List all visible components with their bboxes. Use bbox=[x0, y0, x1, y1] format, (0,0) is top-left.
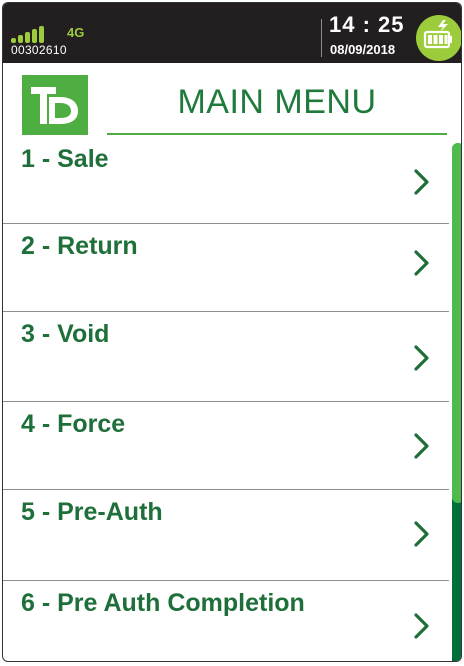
network-type: 4G bbox=[67, 25, 85, 40]
chevron-right-icon bbox=[414, 433, 429, 459]
menu-item-force[interactable]: 4 - Force bbox=[3, 402, 449, 490]
status-bar: 4G 00302610 14 : 25 08/09/2018 bbox=[3, 3, 461, 63]
menu-item-label: 1 - Sale bbox=[21, 145, 109, 173]
menu-item-label: 5 - Pre-Auth bbox=[21, 498, 163, 526]
terminal-id: 00302610 bbox=[11, 43, 67, 57]
terminal-screen: 4G 00302610 14 : 25 08/09/2018 MAIN MENU bbox=[2, 2, 462, 662]
menu-item-void[interactable]: 3 - Void bbox=[3, 312, 449, 402]
signal-bars-icon bbox=[11, 23, 44, 43]
main-menu-list: 1 - Sale 2 - Return 3 - Void 4 - Force 5… bbox=[3, 137, 449, 661]
menu-item-label: 6 - Pre Auth Completion bbox=[21, 589, 305, 617]
page-title: MAIN MENU bbox=[177, 83, 377, 121]
menu-item-return[interactable]: 2 - Return bbox=[3, 224, 449, 312]
clock-time: 14 : 25 bbox=[329, 12, 405, 37]
status-divider bbox=[321, 19, 322, 57]
chevron-right-icon bbox=[414, 521, 429, 547]
scrollbar-thumb[interactable] bbox=[452, 143, 461, 503]
menu-item-pre-auth[interactable]: 5 - Pre-Auth bbox=[3, 490, 449, 581]
title-underline bbox=[107, 133, 447, 135]
chevron-right-icon bbox=[414, 169, 429, 195]
menu-item-sale[interactable]: 1 - Sale bbox=[3, 137, 449, 224]
menu-item-label: 3 - Void bbox=[21, 320, 110, 348]
battery-charging-icon bbox=[416, 15, 461, 61]
menu-item-label: 2 - Return bbox=[21, 232, 138, 260]
menu-item-label: 4 - Force bbox=[21, 410, 126, 438]
menu-item-pre-auth-completion[interactable]: 6 - Pre Auth Completion bbox=[3, 581, 449, 661]
clock-date: 08/09/2018 bbox=[330, 42, 396, 57]
chevron-right-icon bbox=[414, 345, 429, 371]
td-logo bbox=[22, 75, 88, 135]
chevron-right-icon bbox=[414, 613, 429, 639]
chevron-right-icon bbox=[414, 250, 429, 276]
